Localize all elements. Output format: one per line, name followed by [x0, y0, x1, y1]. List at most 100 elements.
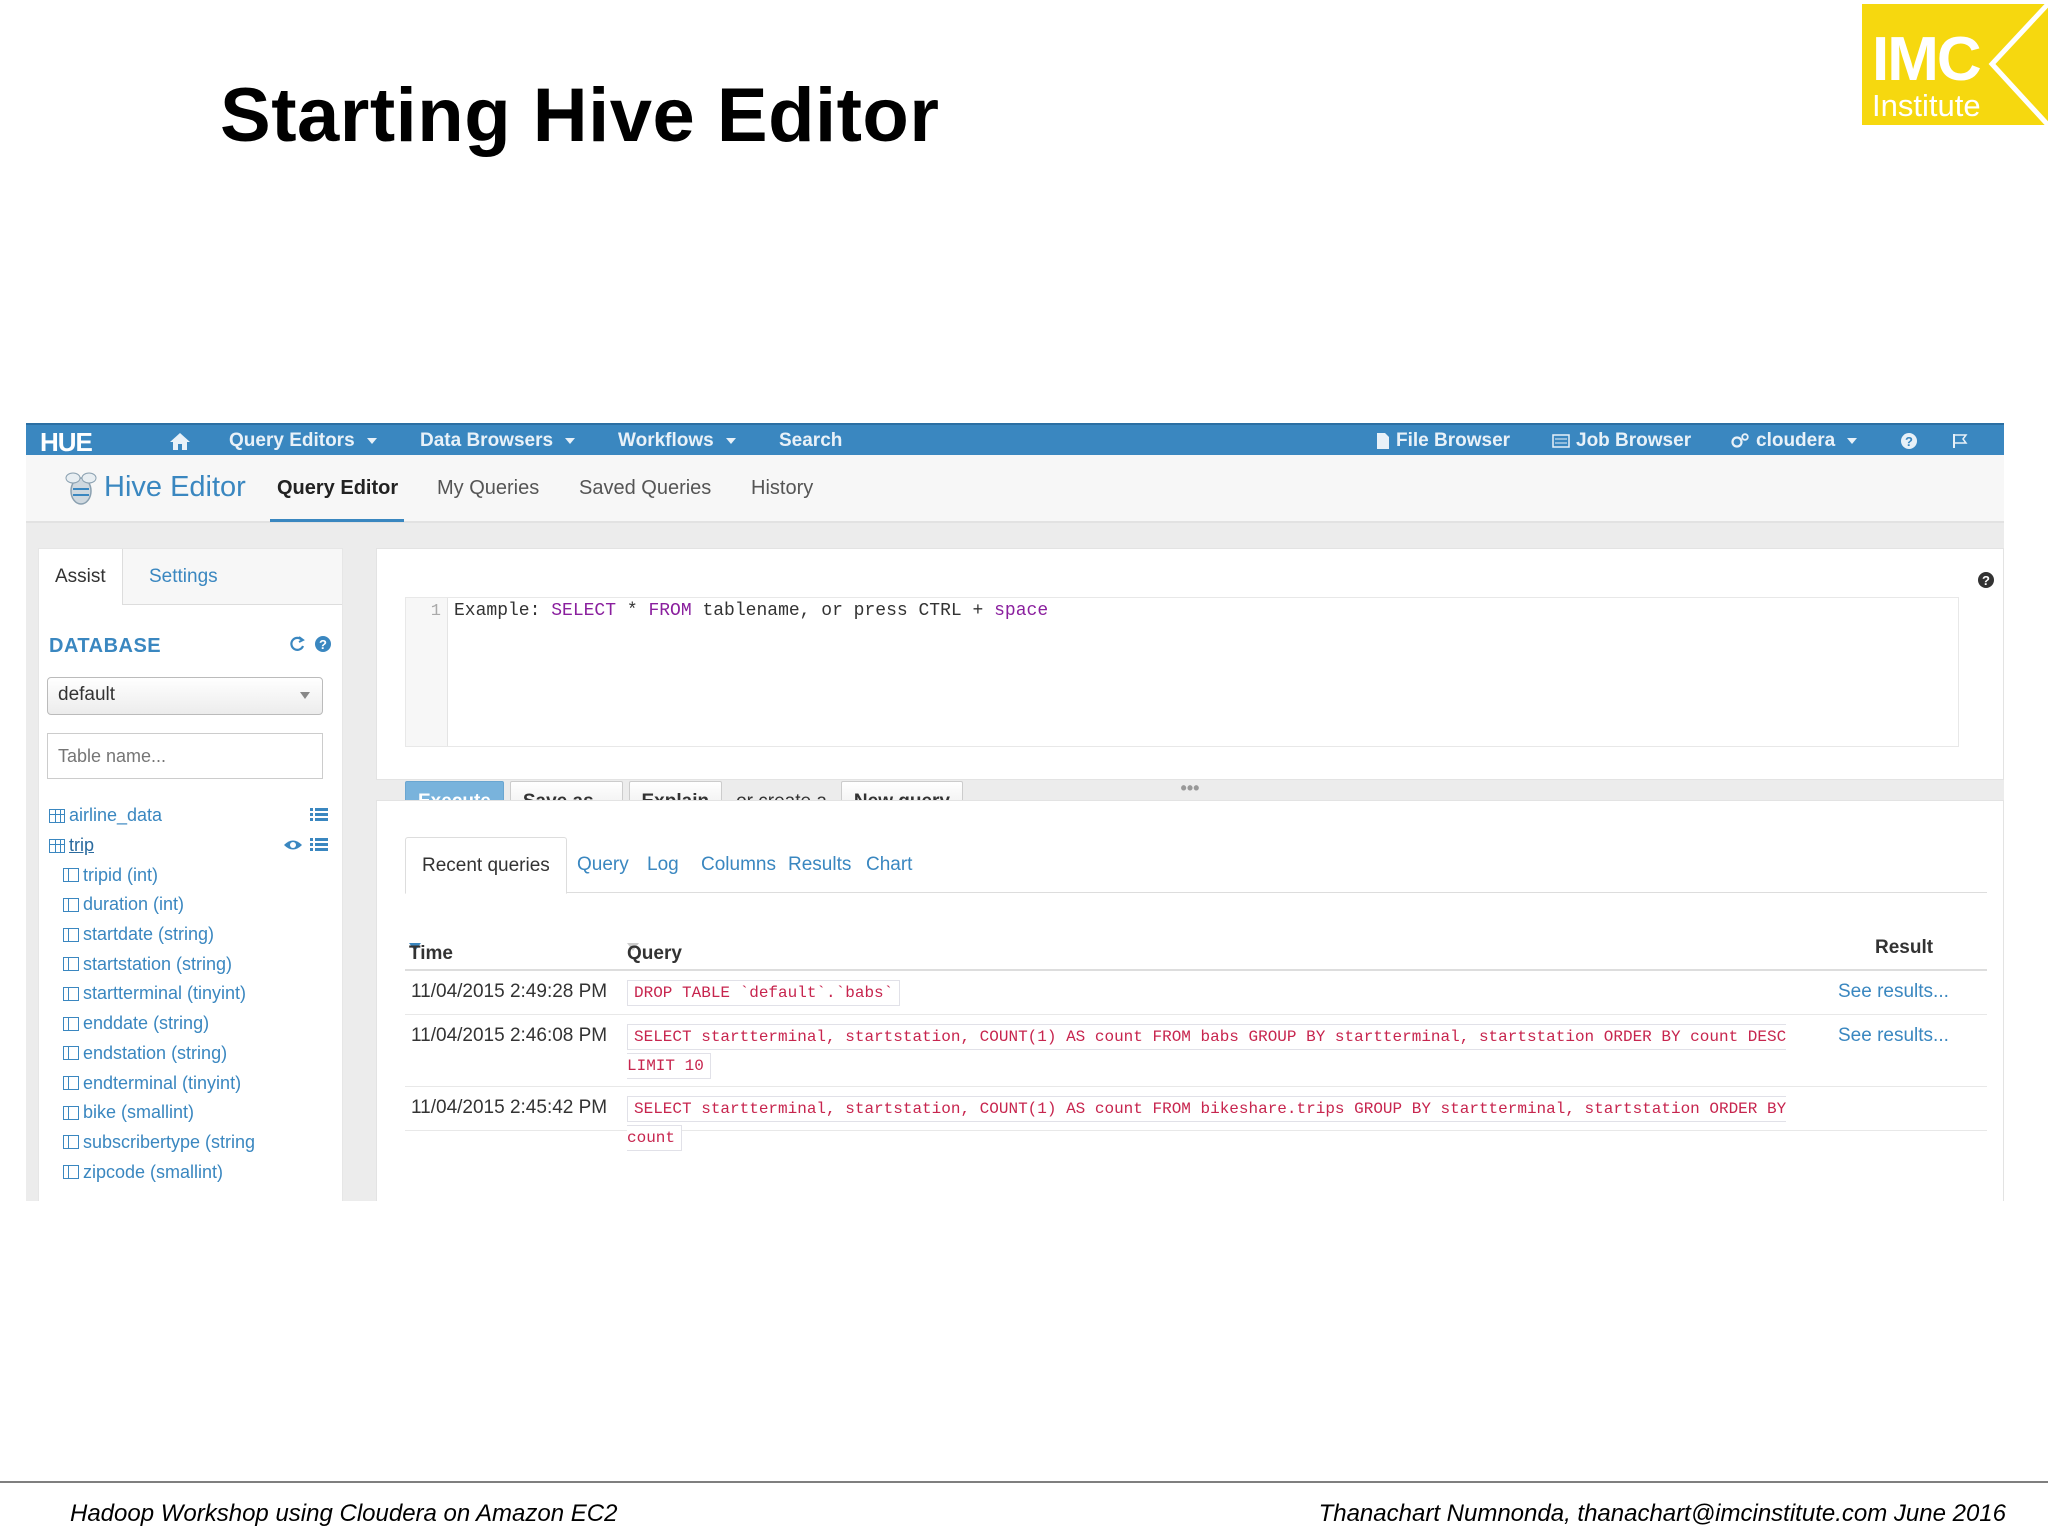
database-actions: ?: [288, 635, 332, 653]
see-results-link[interactable]: See results...: [1838, 1025, 1949, 1047]
svg-text:?: ?: [1905, 434, 1913, 449]
footer-divider: [0, 1481, 2048, 1483]
refresh-icon[interactable]: [288, 635, 306, 653]
assist-panel: Assist Settings DATABASE ? default airli…: [38, 548, 343, 1201]
see-results-link[interactable]: See results...: [1838, 981, 1949, 1003]
query-text: DROP TABLE `default`.`babs`: [627, 979, 1815, 1008]
nav-file-browser[interactable]: File Browser: [1376, 425, 1510, 457]
help-icon[interactable]: ?: [314, 635, 332, 653]
columns-list-icon[interactable]: [309, 837, 329, 853]
column-item[interactable]: tripid (int): [49, 860, 329, 890]
chevron-down-icon: [1847, 438, 1858, 444]
tab-history[interactable]: History: [751, 477, 813, 500]
editor-placeholder: Example: SELECT * FROM tablename, or pre…: [454, 601, 1049, 621]
results-tabs: Recent queries Query Log Columns Results…: [405, 837, 1987, 894]
tab-chart[interactable]: Chart: [850, 837, 928, 894]
column-item[interactable]: endstation (string): [49, 1039, 329, 1069]
app-subnav: Hive Editor Query Editor My Queries Save…: [26, 455, 2004, 523]
column-item[interactable]: duration (int): [49, 890, 329, 920]
chevron-down-icon: [565, 438, 576, 444]
tab-query-editor[interactable]: Query Editor: [277, 477, 398, 500]
slide-title: Starting Hive Editor: [220, 73, 940, 158]
footer-left-text: Hadoop Workshop using Cloudera on Amazon…: [70, 1500, 618, 1527]
table-row: 11/04/2015 2:46:08 PM SELECT starttermin…: [405, 1015, 1987, 1087]
table-icon: [49, 838, 65, 853]
column-item[interactable]: subscribertype (string: [49, 1128, 329, 1158]
flag-icon[interactable]: [1951, 425, 1969, 457]
hue-logo[interactable]: HUE: [40, 427, 93, 458]
table-name-filter[interactable]: [47, 733, 323, 779]
column-item[interactable]: bike (smallint): [49, 1098, 329, 1128]
column-icon: [63, 897, 79, 912]
query-editor-panel: ? 1 Example: SELECT * FROM tablename, or…: [376, 548, 2004, 823]
column-item[interactable]: enddate (string): [49, 1009, 329, 1039]
column-item[interactable]: startdate (string): [49, 920, 329, 950]
footer-right-text: Thanachart Numnonda, thanachart@imcinsti…: [1318, 1500, 2006, 1527]
column-item[interactable]: endterminal (tinyint): [49, 1068, 329, 1098]
table-item-airline-data[interactable]: airline_data: [49, 801, 329, 831]
nav-query-editors[interactable]: Query Editors: [229, 425, 377, 457]
table-icon: [49, 808, 65, 823]
nav-search[interactable]: Search: [779, 425, 842, 457]
query-time: 11/04/2015 2:49:28 PM: [411, 981, 608, 1002]
help-icon[interactable]: ?: [1977, 571, 1995, 589]
table-item-trip[interactable]: trip: [49, 831, 329, 861]
table-tree: airline_data trip tripid (int) duration …: [49, 801, 329, 1187]
query-text: SELECT startterminal, startstation, COUN…: [627, 1023, 1815, 1081]
assist-tabs: Assist Settings: [39, 549, 342, 606]
nav-job-browser[interactable]: Job Browser: [1552, 425, 1691, 457]
svg-text:?: ?: [1982, 573, 1990, 588]
column-icon: [63, 986, 79, 1001]
recent-queries-table: Time Query Result 11/04/2015 2:49:28 PM …: [405, 931, 1987, 1151]
hue-screenshot: HUE Query Editors Data Browsers Workflow…: [26, 423, 2004, 1201]
top-navbar: HUE Query Editors Data Browsers Workflow…: [26, 423, 2004, 458]
list-icon: [1552, 434, 1570, 448]
column-item[interactable]: zipcode (smallint): [49, 1157, 329, 1187]
column-icon: [63, 1135, 79, 1150]
column-icon: [63, 927, 79, 942]
line-number: 1: [430, 602, 441, 621]
column-icon: [63, 1076, 79, 1091]
chevron-down-icon: [725, 438, 736, 444]
nav-user-menu[interactable]: cloudera: [1730, 425, 1858, 457]
logo-text-institute: Institute: [1872, 88, 1981, 123]
table-row: 11/04/2015 2:45:42 PM SELECT starttermin…: [405, 1087, 1987, 1151]
active-tab-indicator: [270, 519, 404, 522]
nav-data-browsers[interactable]: Data Browsers: [420, 425, 576, 457]
database-select[interactable]: default: [47, 677, 323, 715]
help-icon[interactable]: ?: [1900, 425, 1918, 457]
query-time: 11/04/2015 2:45:42 PM: [411, 1097, 608, 1118]
home-icon[interactable]: [168, 425, 192, 457]
nav-workflows[interactable]: Workflows: [618, 425, 736, 457]
imc-institute-logo: IMC Institute: [1862, 4, 2048, 125]
column-icon: [63, 1105, 79, 1120]
query-time: 11/04/2015 2:46:08 PM: [411, 1025, 608, 1046]
eye-icon[interactable]: [283, 837, 303, 853]
table-header: Time Query Result: [405, 931, 1987, 971]
columns-list-icon[interactable]: [309, 807, 329, 823]
resize-handle[interactable]: •••: [376, 779, 2004, 798]
tab-my-queries[interactable]: My Queries: [437, 477, 539, 500]
column-icon: [63, 1046, 79, 1061]
database-label: DATABASE: [49, 635, 162, 657]
tab-settings[interactable]: Settings: [133, 549, 234, 606]
column-header-result: Result: [1875, 937, 1934, 958]
column-icon: [63, 1016, 79, 1031]
column-icon: [63, 957, 79, 972]
column-item[interactable]: startterminal (tinyint): [49, 979, 329, 1009]
chevron-down-icon: [366, 438, 377, 444]
table-row: 11/04/2015 2:49:28 PM DROP TABLE `defaul…: [405, 971, 1987, 1015]
assist-body: DATABASE ? default airline_data: [39, 605, 342, 1201]
file-icon: [1377, 433, 1389, 449]
gears-icon: [1731, 433, 1749, 448]
line-gutter: 1: [406, 598, 448, 746]
tab-recent-queries[interactable]: Recent queries: [405, 837, 567, 894]
tab-saved-queries[interactable]: Saved Queries: [579, 477, 711, 500]
hive-bee-icon: [65, 472, 97, 505]
sql-editor[interactable]: 1 Example: SELECT * FROM tablename, or p…: [405, 597, 1959, 747]
app-name: Hive Editor: [104, 471, 246, 503]
column-icon: [63, 1165, 79, 1180]
column-item[interactable]: startstation (string): [49, 949, 329, 979]
tab-assist[interactable]: Assist: [39, 549, 123, 606]
results-panel: Recent queries Query Log Columns Results…: [376, 800, 2004, 1201]
